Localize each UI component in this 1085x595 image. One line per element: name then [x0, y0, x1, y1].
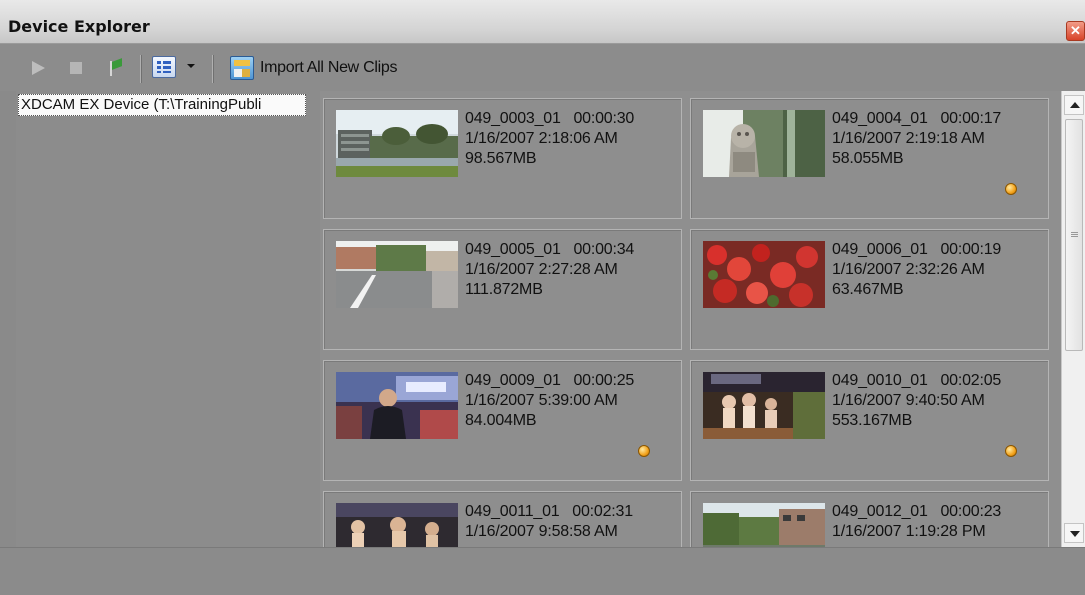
status-bar	[0, 547, 1085, 595]
clip-name-duration: 049_0009_01 00:00:25	[465, 372, 635, 389]
close-icon: ✕	[1070, 23, 1081, 38]
toolbar-separator	[212, 55, 213, 83]
clip-thumbnail	[336, 372, 458, 439]
view-mode-icon[interactable]	[152, 56, 176, 78]
clip-thumbnail	[703, 372, 825, 439]
scroll-down-icon[interactable]	[1064, 523, 1084, 543]
view-mode-dropdown-icon[interactable]	[186, 60, 196, 70]
clip-thumbnail	[703, 241, 825, 308]
tree-item-device[interactable]: XDCAM EX Device (T:\TrainingPubli	[18, 94, 306, 116]
clip-datetime: 1/16/2007 2:27:28 AM	[465, 261, 618, 278]
new-clip-indicator-icon	[1005, 183, 1017, 195]
import-icon	[230, 56, 254, 80]
new-clip-indicator-icon	[1005, 445, 1017, 457]
clip-datetime: 1/16/2007 9:58:58 AM	[465, 523, 618, 540]
clip-card[interactable]: 049_0010_01 00:02:05 1/16/2007 9:40:50 A…	[690, 360, 1049, 481]
toolbar: Import All New Clips	[0, 45, 1085, 91]
import-label: Import All New Clips	[260, 59, 398, 76]
clip-thumbnail	[336, 241, 458, 308]
clip-datetime: 1/16/2007 2:19:18 AM	[832, 130, 985, 147]
clip-name-duration: 049_0012_01 00:00:23	[832, 503, 1002, 520]
clip-thumbnail	[336, 110, 458, 177]
clip-size: 63.467MB	[832, 281, 904, 298]
clip-card[interactable]: 049_0005_01 00:00:34 1/16/2007 2:27:28 A…	[323, 229, 682, 350]
clip-card[interactable]: 049_0006_01 00:00:19 1/16/2007 2:32:26 A…	[690, 229, 1049, 350]
vertical-scrollbar[interactable]	[1061, 91, 1085, 547]
clip-grid: 049_0003_01 00:00:30 1/16/2007 2:18:06 A…	[320, 91, 1061, 547]
clip-card[interactable]: 049_0004_01 00:00:17 1/16/2007 2:19:18 A…	[690, 98, 1049, 219]
clip-datetime: 1/16/2007 1:19:28 PM	[832, 523, 986, 540]
clip-size: 58.055MB	[832, 150, 904, 167]
device-tree: XDCAM EX Device (T:\TrainingPubli	[16, 91, 306, 547]
scroll-thumb[interactable]	[1065, 119, 1083, 351]
clip-name-duration: 049_0005_01 00:00:34	[465, 241, 635, 258]
flag-icon[interactable]	[104, 57, 126, 79]
import-all-new-clips-button[interactable]: Import All New Clips	[230, 55, 397, 81]
clip-name-duration: 049_0011_01 00:02:31	[465, 503, 633, 520]
clip-size: 84.004MB	[465, 412, 537, 429]
close-button[interactable]: ✕	[1066, 21, 1085, 41]
new-clip-indicator-icon	[638, 445, 650, 457]
clip-datetime: 1/16/2007 9:40:50 AM	[832, 392, 985, 409]
clip-name-duration: 049_0004_01 00:00:17	[832, 110, 1002, 127]
clip-datetime: 1/16/2007 5:39:00 AM	[465, 392, 618, 409]
left-edge	[0, 91, 16, 547]
clip-thumbnail	[703, 110, 825, 177]
clip-size: 98.567MB	[465, 150, 537, 167]
clip-datetime: 1/16/2007 2:18:06 AM	[465, 130, 618, 147]
clip-card[interactable]: 049_0003_01 00:00:30 1/16/2007 2:18:06 A…	[323, 98, 682, 219]
scroll-up-icon[interactable]	[1064, 95, 1084, 115]
clip-name-duration: 049_0003_01 00:00:30	[465, 110, 635, 127]
play-icon[interactable]	[28, 57, 50, 79]
title-bar: Device Explorer ✕	[0, 0, 1085, 44]
clip-card[interactable]: 049_0009_01 00:00:25 1/16/2007 5:39:00 A…	[323, 360, 682, 481]
stop-icon[interactable]	[66, 57, 88, 79]
toolbar-separator	[140, 55, 141, 83]
clip-card[interactable]: 049_0012_01 00:00:23 1/16/2007 1:19:28 P…	[690, 491, 1049, 547]
clip-datetime: 1/16/2007 2:32:26 AM	[832, 261, 985, 278]
clip-thumbnail	[703, 503, 825, 547]
clip-size: 111.872MB	[465, 281, 543, 298]
clip-thumbnail	[336, 503, 458, 547]
clip-card[interactable]: 049_0011_01 00:02:31 1/16/2007 9:58:58 A…	[323, 491, 682, 547]
clip-name-duration: 049_0006_01 00:00:19	[832, 241, 1002, 258]
window-title: Device Explorer	[8, 17, 150, 36]
clip-name-duration: 049_0010_01 00:02:05	[832, 372, 1002, 389]
clip-size: 553.167MB	[832, 412, 913, 429]
